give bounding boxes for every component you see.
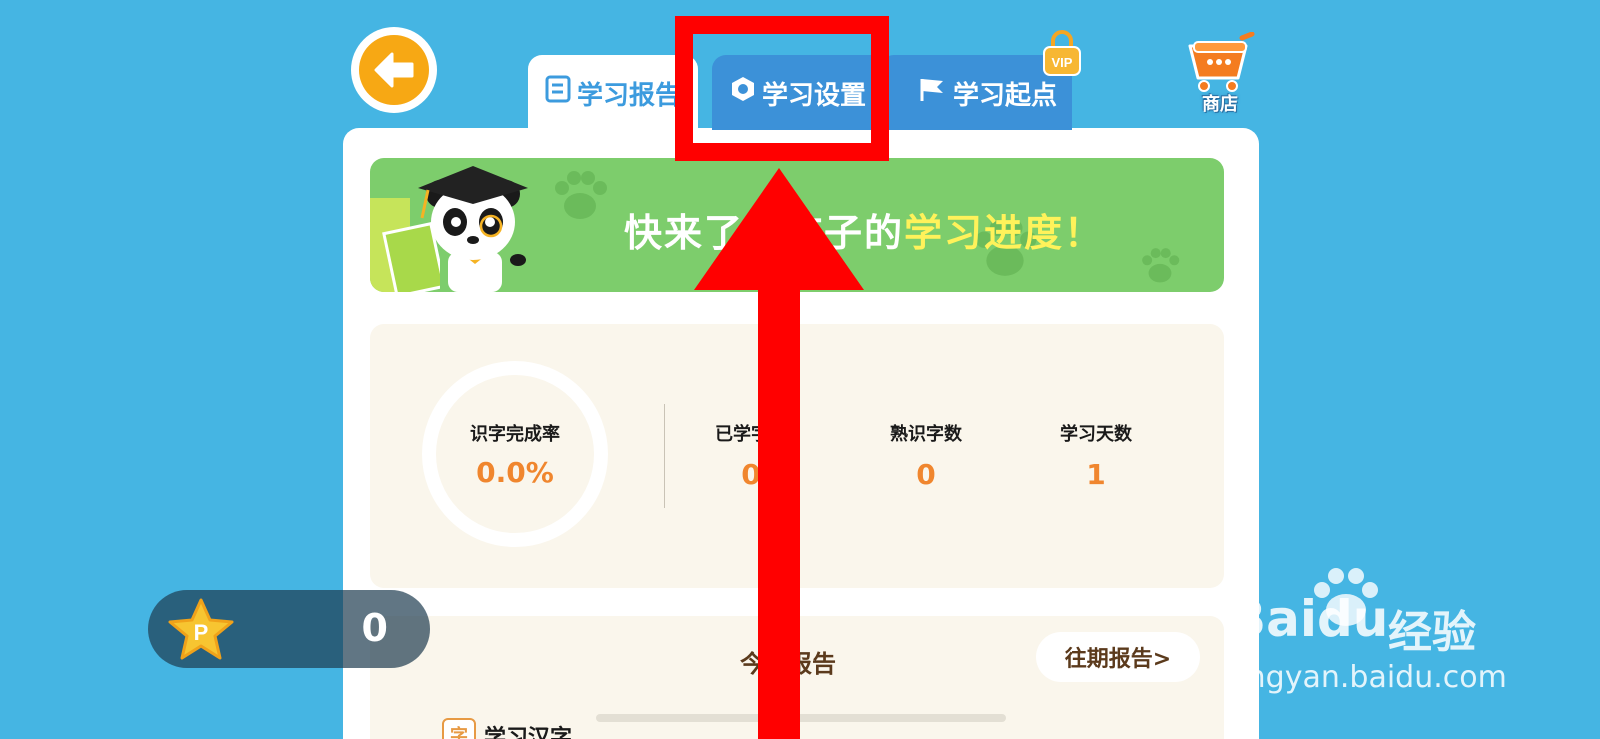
panda-mascot-image	[418, 166, 528, 292]
watermark-brand: Baidu	[1228, 590, 1389, 648]
watermark-brand-suffix: 经验	[1388, 607, 1476, 658]
annotation-highlight-box	[675, 16, 889, 161]
book-icon	[545, 75, 571, 110]
shop-label: 商店	[1202, 94, 1238, 115]
shop-button[interactable]: 商店	[1180, 31, 1260, 122]
paw-print-icon	[555, 171, 607, 219]
vip-badge-label: VIP	[1052, 55, 1073, 70]
annotation-up-arrow	[694, 168, 864, 739]
back-button[interactable]	[351, 27, 437, 113]
tab-label: 学习起点	[952, 81, 1057, 111]
days-stat: 学习天数 1	[1060, 420, 1132, 491]
vip-lock-icon: VIP	[1042, 28, 1082, 78]
flag-icon	[917, 75, 947, 110]
completion-ring: 识字完成率 0.0%	[422, 361, 608, 547]
days-value: 1	[1086, 458, 1106, 491]
baidu-watermark: Baidu 经验 jingyan.baidu.com	[1228, 560, 1600, 710]
arrow-left-icon	[359, 35, 429, 105]
coin-counter[interactable]: P 0	[148, 590, 430, 668]
completion-value: 0.0%	[476, 455, 554, 489]
tab-learning-report[interactable]: 学习报告	[528, 55, 698, 130]
watermark-url: jingyan.baidu.com	[1230, 660, 1507, 695]
completion-label: 识字完成率	[470, 423, 560, 445]
familiar-value: 0	[916, 458, 936, 491]
familiar-stat: 熟识字数 0	[890, 420, 962, 491]
paw-print-icon	[1142, 248, 1180, 283]
character-icon: 字	[442, 718, 476, 739]
coin-value: 0	[361, 606, 388, 650]
stats-divider	[664, 404, 665, 508]
learn-characters-title: 学习汉字	[484, 726, 573, 739]
familiar-label: 熟识字数	[890, 424, 962, 445]
tab-label: 学习报告	[576, 81, 681, 111]
banner-text-highlight: 学习进度！	[904, 211, 1105, 255]
days-label: 学习天数	[1060, 424, 1132, 445]
past-reports-button[interactable]: 往期报告>	[1036, 632, 1200, 682]
